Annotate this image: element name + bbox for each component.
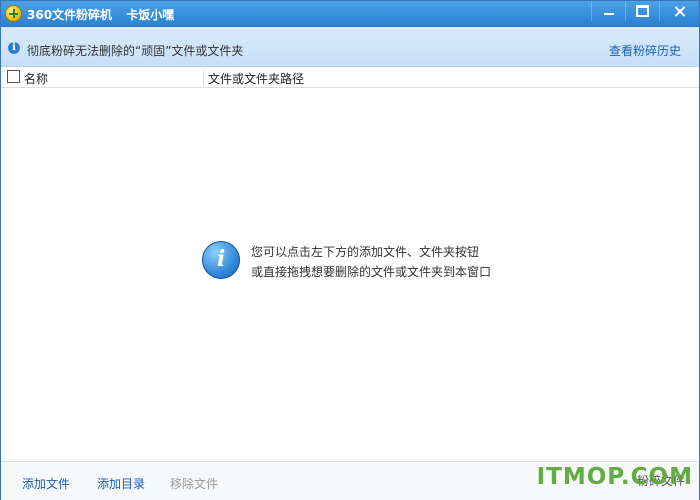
info-bar: i 彻底粉碎无法删除的“顽固”文件或文件夹 查看粉碎历史: [1, 27, 699, 67]
remove-file-button[interactable]: 移除文件: [170, 475, 218, 492]
list-header: 名称 文件或文件夹路径: [1, 67, 699, 88]
title-bar[interactable]: 360文件粉碎机 卡饭小嘿: [1, 1, 699, 27]
app-title: 360文件粉碎机: [27, 8, 113, 22]
column-divider[interactable]: [203, 69, 204, 85]
close-icon: [674, 6, 685, 17]
empty-list-hint: 您可以点击左下方的添加文件、文件夹按钮 或直接拖拽想要删除的文件或文件夹到本窗口: [251, 242, 491, 282]
info-text: 彻底粉碎无法删除的“顽固”文件或文件夹: [27, 44, 244, 58]
close-button[interactable]: [659, 1, 699, 21]
view-history-link[interactable]: 查看粉碎历史: [609, 42, 681, 59]
add-folder-button[interactable]: 添加目录: [97, 475, 145, 492]
column-header-name[interactable]: 名称: [24, 70, 48, 87]
footer-bar: 添加文件 添加目录 移除文件 粉碎文件 ITMOP.COM: [1, 461, 699, 500]
add-file-button[interactable]: 添加文件: [22, 475, 70, 492]
select-all-checkbox[interactable]: [7, 70, 20, 83]
app-logo-icon: [5, 5, 22, 22]
hint-line-2: 或直接拖拽想要删除的文件或文件夹到本窗口: [251, 265, 492, 279]
window-controls: [591, 1, 699, 21]
info-icon: i: [8, 42, 20, 54]
minimize-button[interactable]: [591, 1, 625, 21]
minimize-icon: [603, 13, 614, 15]
maximize-button[interactable]: [625, 1, 659, 21]
column-header-path[interactable]: 文件或文件夹路径: [208, 70, 304, 87]
hint-line-1: 您可以点击左下方的添加文件、文件夹按钮: [251, 245, 480, 259]
app-subtitle: 卡饭小嘿: [126, 8, 175, 22]
app-window: 360文件粉碎机 卡饭小嘿 i 彻底粉碎无法删除的“顽固”文件或文件夹 查看粉碎…: [0, 0, 700, 500]
maximize-icon: [636, 5, 649, 17]
window-title: 360文件粉碎机 卡饭小嘿: [27, 6, 184, 23]
info-icon: i: [202, 241, 240, 279]
watermark: ITMOP.COM: [536, 464, 693, 490]
